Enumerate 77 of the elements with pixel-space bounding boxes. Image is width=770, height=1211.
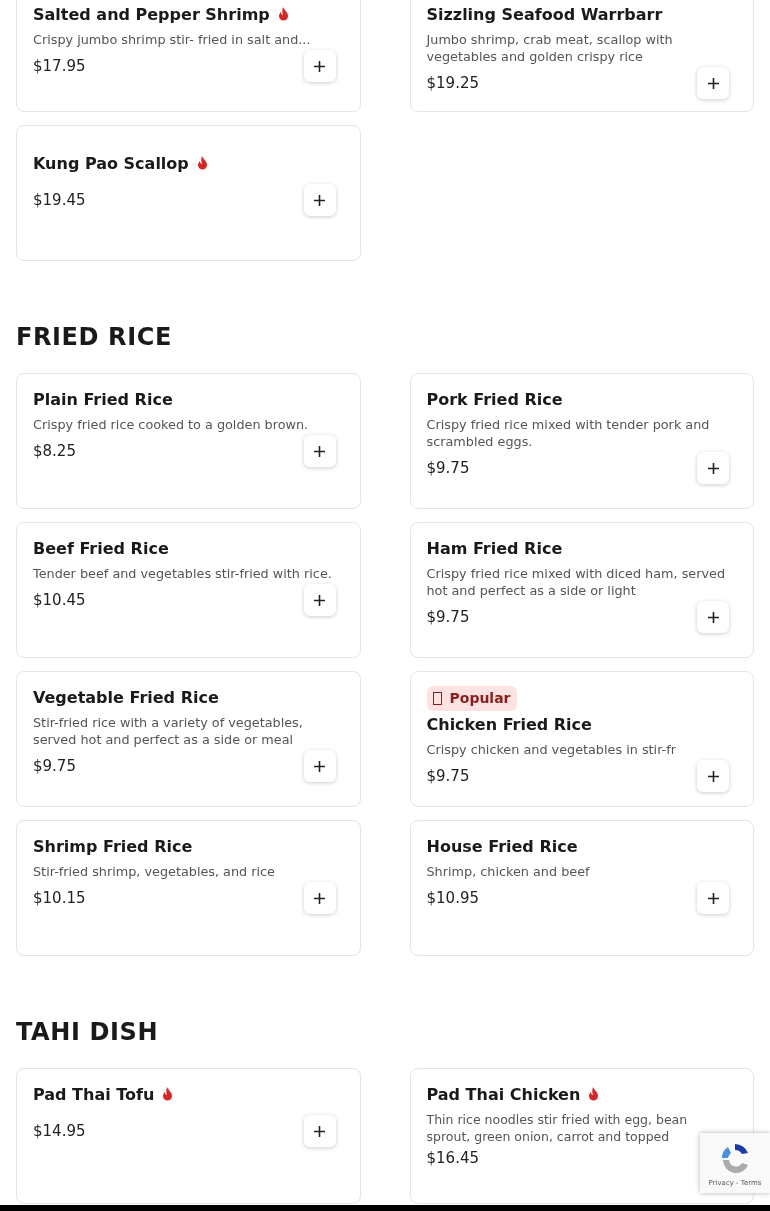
item-description: Crispy chicken and vegetables in stir-fr <box>426 741 676 758</box>
plus-icon <box>314 594 325 606</box>
item-name: Sizzling Seafood Warrbarr <box>426 5 664 25</box>
item-price: $14.95 <box>33 1120 86 1142</box>
add-button[interactable] <box>303 435 336 467</box>
plus-icon <box>707 770 719 782</box>
add-button[interactable] <box>303 750 336 782</box>
item-description: Thin rice noodles stir fried with egg, bean sprout, green onion, carrot and topped <box>426 1111 689 1145</box>
item-name: Chicken Fried Rice <box>426 715 593 735</box>
item-name: Beef Fried Rice <box>33 539 170 559</box>
menu-item-card[interactable]: Beef Fried Rice Tender beef and vegetables stir-fried with rice. $10.45 <box>16 522 361 658</box>
plus-icon <box>707 892 719 904</box>
item-description: Crispy fried rice cooked to a golden brown. <box>33 416 309 433</box>
item-price: $9.75 <box>33 755 76 777</box>
item-price: $19.25 <box>426 72 479 94</box>
plus-icon <box>314 60 325 72</box>
item-price: $8.25 <box>33 440 76 462</box>
menu-item-card[interactable]: House Fried Rice Shrimp, chicken and beef $10.95 <box>409 820 754 956</box>
menu-item-card[interactable]: Salted and Pepper Shrimp Crispy jumbo shrimp stir- fried in salt and... $17.95 <box>16 0 361 112</box>
item-name: Salted and Pepper Shrimp <box>33 5 344 25</box>
section-heading: TAHI DISH <box>16 1017 160 1048</box>
add-button[interactable] <box>303 882 336 914</box>
item-description: Stir-fried shrimp, vegetables, and rice <box>33 863 275 880</box>
item-name: Kung Pao Scallop <box>33 154 344 174</box>
menu-item-card[interactable]: Plain Fried Rice Crispy fried rice cooked to a golden brown. $8.25 <box>16 373 361 509</box>
plus-icon <box>707 611 719 623</box>
add-button[interactable] <box>303 184 336 216</box>
item-price: $17.95 <box>33 55 86 77</box>
add-button[interactable] <box>303 584 336 616</box>
menu-item-card[interactable]: Kung Pao Scallop $19.45 <box>16 125 361 261</box>
item-description: Shrimp, chicken and beef <box>426 863 590 880</box>
item-name: Pad Thai Chicken <box>426 1085 737 1105</box>
menu-item-card[interactable]: Popular Chicken Fried Rice Crispy chicken and vegetables in stir-fr $9.75 <box>409 671 754 807</box>
item-description: Crispy jumbo shrimp stir- fried in salt and... <box>33 31 311 48</box>
item-description: Crispy fried rice mixed with diced ham, served hot and perfect as a side or light <box>426 565 727 599</box>
menu-item-card[interactable]: Pork Fried Rice Crispy fried rice mixed with tender pork and scrambled eggs. $9.75 <box>409 373 754 509</box>
plus-icon <box>707 77 719 89</box>
menu-item-card[interactable]: Pad Thai Tofu $14.95 <box>16 1068 361 1204</box>
item-name: Ham Fried Rice <box>426 539 564 559</box>
item-description: Jumbo shrimp, crab meat, scallop with vegetables and golden crispy rice <box>426 31 674 65</box>
item-name: Shrimp Fried Rice <box>33 837 194 857</box>
plus-icon <box>314 194 325 206</box>
plus-icon <box>314 760 325 772</box>
add-button[interactable] <box>697 882 729 914</box>
add-button[interactable] <box>697 67 729 99</box>
item-description: Crispy fried rice mixed with tender pork and scrambled eggs. <box>426 416 711 450</box>
item-price: $9.75 <box>426 765 470 787</box>
item-price: $10.45 <box>33 589 86 611</box>
item-price: $9.75 <box>426 606 470 628</box>
item-name: Pork Fried Rice <box>426 390 564 410</box>
item-description: Stir-fried rice with a variety of vegetables, served hot and perfect as a side or meal <box>33 714 304 748</box>
plus-icon <box>314 445 325 457</box>
item-price: $9.75 <box>426 457 470 479</box>
item-price: $19.45 <box>33 189 86 211</box>
item-name: Plain Fried Rice <box>33 390 174 410</box>
item-name: Vegetable Fried Rice <box>33 688 220 708</box>
plus-icon <box>314 1125 325 1137</box>
menu-item-card[interactable]: Vegetable Fried Rice Stir-fried rice with a variety of vegetables, served hot and perfect as a side or meal $9.75 <box>16 671 361 807</box>
item-price: $10.95 <box>426 887 479 909</box>
menu-item-card[interactable]: Sizzling Seafood Warrbarr Jumbo shrimp, crab meat, scallop with vegetables and golden crispy rice $19.25 <box>409 0 754 112</box>
add-button[interactable] <box>303 50 336 82</box>
item-name: Pad Thai Tofu <box>33 1085 344 1105</box>
menu-item-card[interactable]: Ham Fried Rice Crispy fried rice mixed with diced ham, served hot and perfect as a side or light $9.75 <box>409 522 754 658</box>
add-button[interactable] <box>697 601 729 633</box>
menu-item-card[interactable]: Shrimp Fried Rice Stir-fried shrimp, vegetables, and rice $10.15 <box>16 820 361 956</box>
item-price: $16.45 <box>426 1148 479 1169</box>
item-description: Tender beef and vegetables stir-fried with rice. <box>33 565 332 582</box>
add-button[interactable] <box>303 1115 336 1147</box>
add-button[interactable] <box>697 452 729 484</box>
missing-glyph-icon <box>432 692 442 705</box>
section-heading: FRIED RICE <box>16 322 173 353</box>
item-name: House Fried Rice <box>426 837 579 857</box>
plus-icon <box>314 892 325 904</box>
add-button[interactable] <box>697 760 729 792</box>
popular-badge: Popular <box>426 686 517 711</box>
item-price: $10.15 <box>33 887 86 909</box>
plus-icon <box>707 462 719 474</box>
